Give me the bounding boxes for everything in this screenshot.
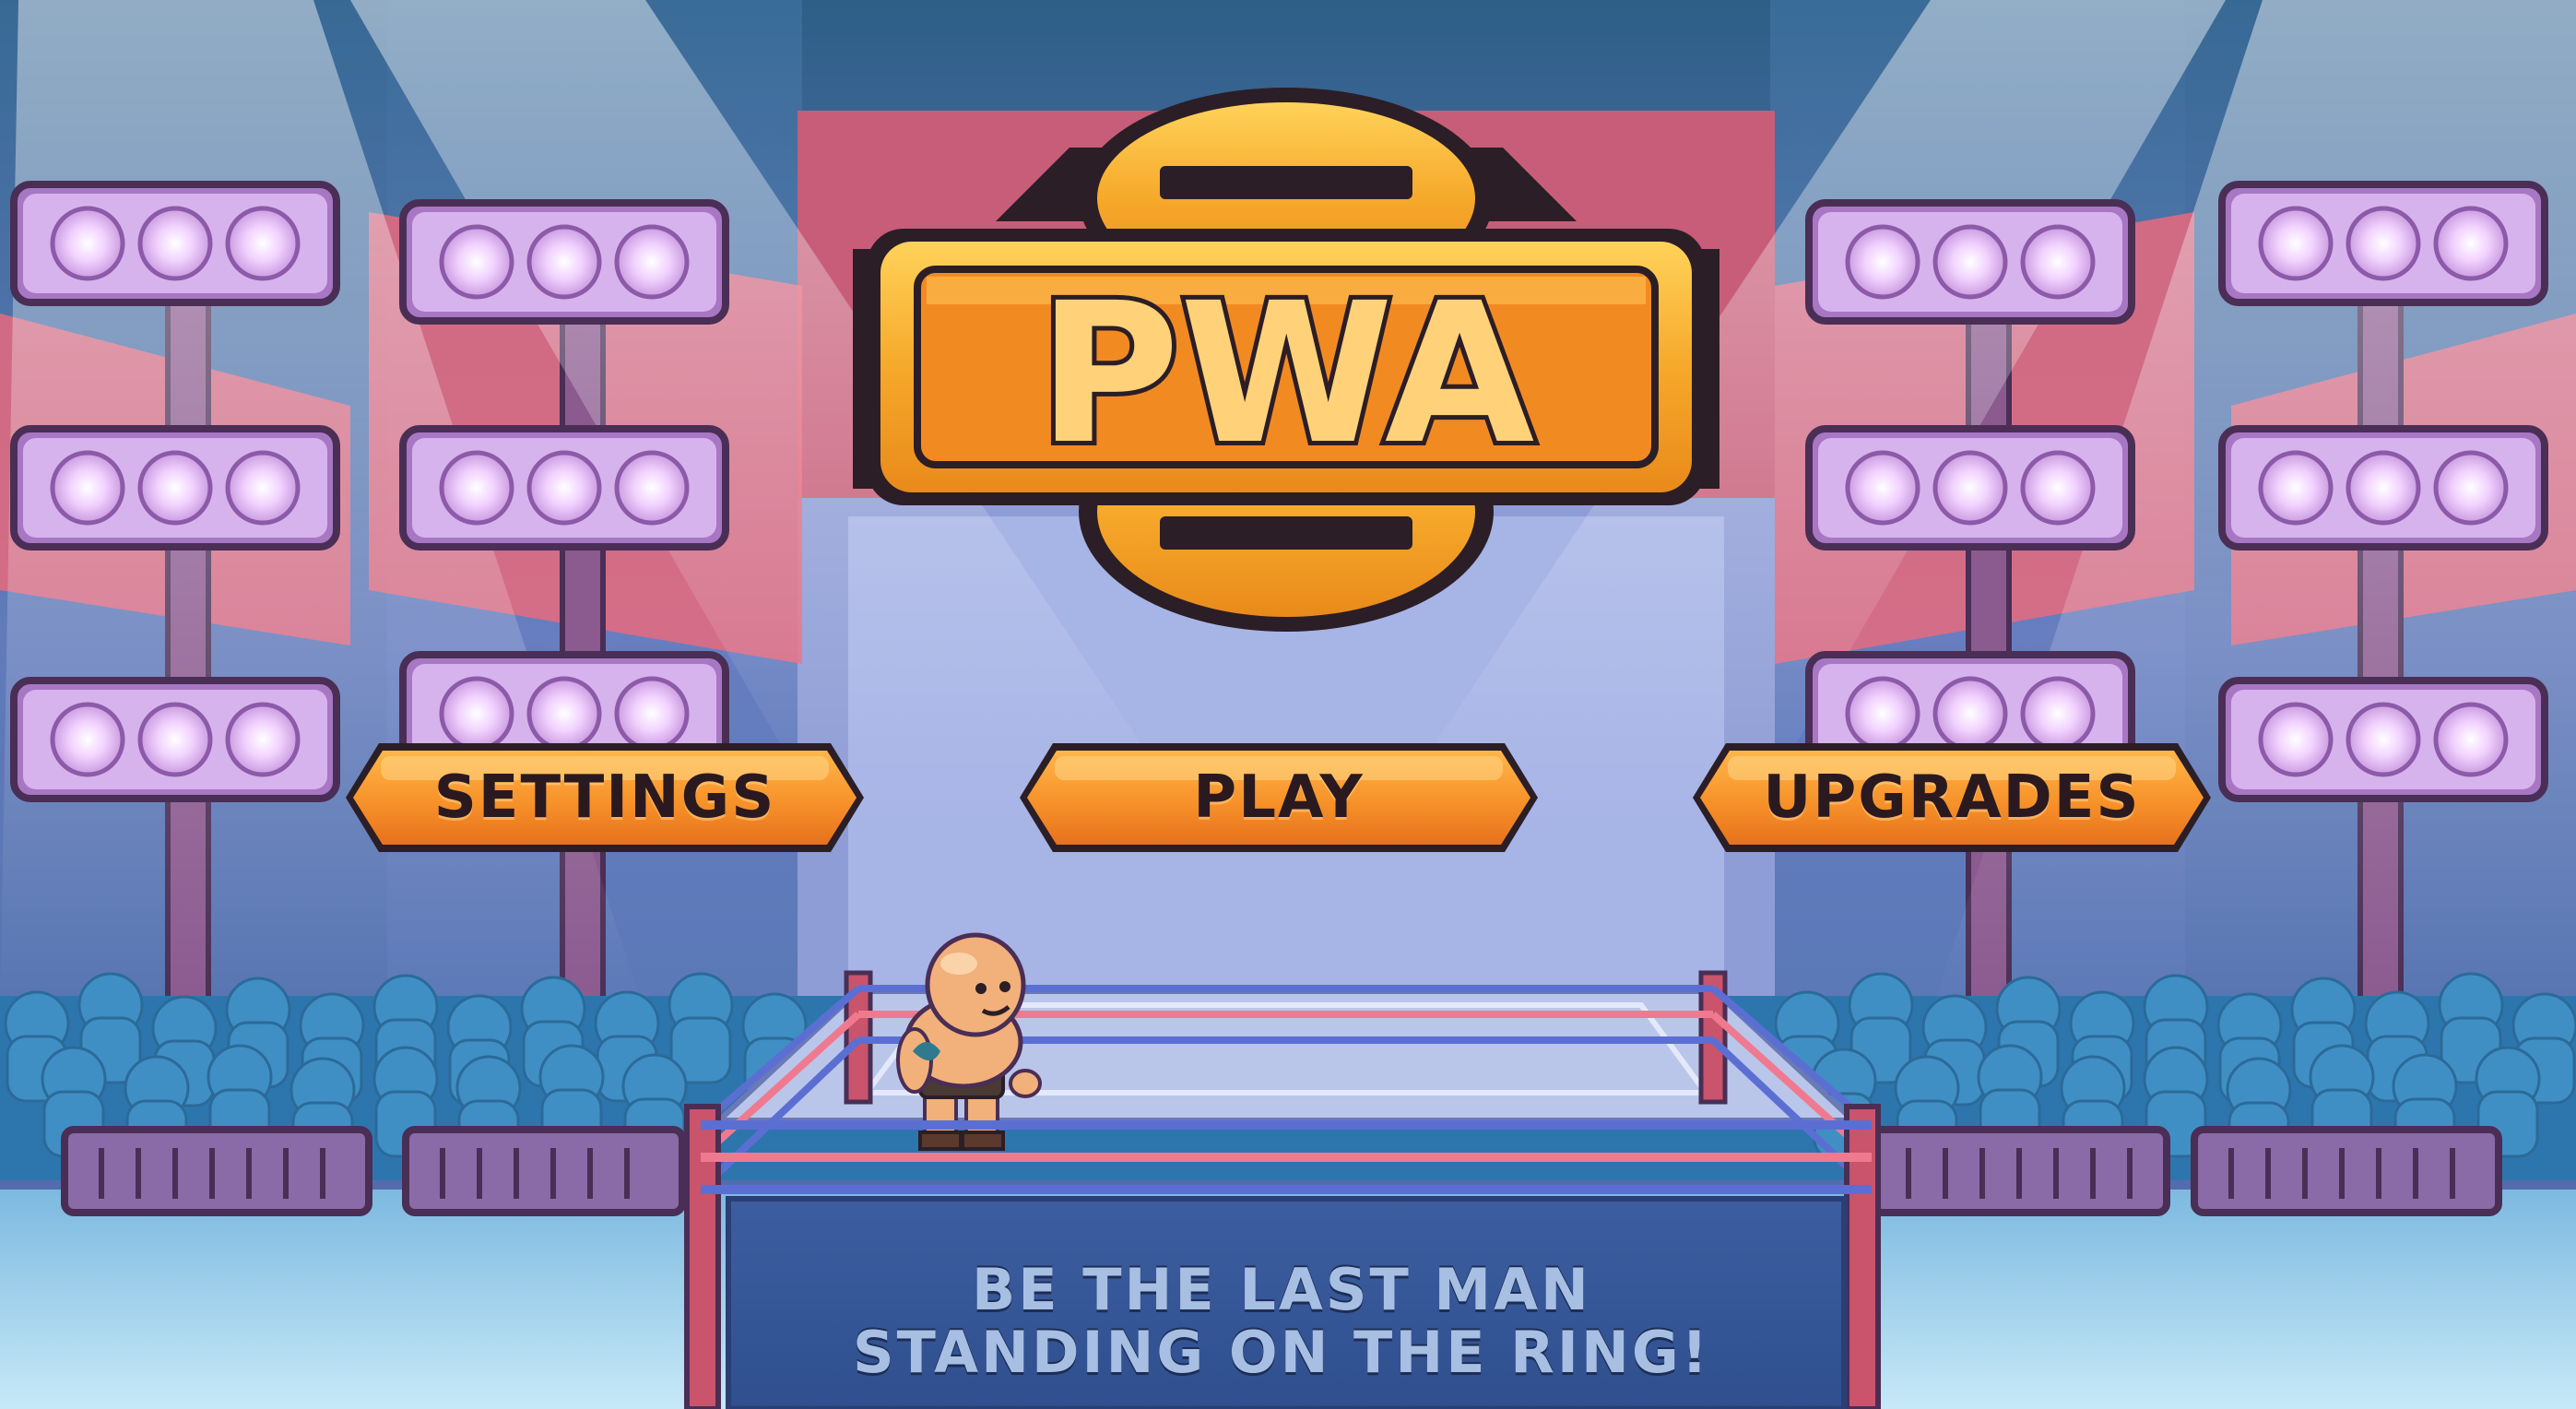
tagline-line-2: STANDING ON THE RING! [852,1319,1711,1386]
settings-button[interactable]: SETTINGS [346,743,864,852]
play-button[interactable]: PLAY [1020,743,1538,852]
arena-scene: PWA [0,0,2576,1409]
upgrades-button[interactable]: UPGRADES [1693,743,2211,852]
upgrades-button-label: UPGRADES [1763,764,2141,832]
play-button-label: PLAY [1193,764,1365,832]
tagline: BE THE LAST MAN STANDING ON THE RING! [728,1259,1835,1384]
settings-button-label: SETTINGS [433,764,776,832]
logo-title: PWA [1038,261,1535,487]
tagline-line-1: BE THE LAST MAN [972,1256,1591,1323]
